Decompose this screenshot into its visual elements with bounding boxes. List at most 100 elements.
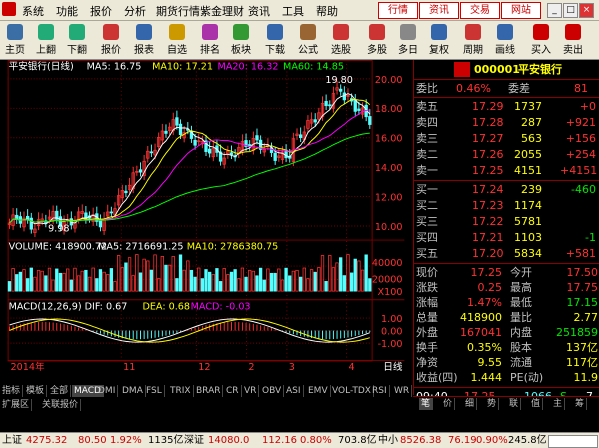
candle-body: [138, 169, 143, 173]
ask-volume: 1737: [514, 100, 542, 113]
indicator-tab-10[interactable]: VR: [242, 385, 260, 397]
ask-price: 17.25: [472, 164, 504, 177]
extension-tab-0[interactable]: 扩展区: [0, 399, 33, 411]
toolbar-button-multi-day[interactable]: 多日: [393, 22, 423, 58]
trade-mode-button[interactable]: 交易: [460, 2, 500, 19]
indicator-tab-9[interactable]: CR: [224, 385, 242, 397]
toolbar-button-buy[interactable]: 买入: [526, 22, 556, 58]
toolbar-button-period[interactable]: 周期: [458, 22, 488, 58]
toolbar-button-sell[interactable]: 卖出: [558, 22, 588, 58]
toolbar-button-stock-picker[interactable]: 选股: [326, 22, 356, 58]
toolbar-button-ranking[interactable]: 排名: [195, 22, 225, 58]
volume-bar: [295, 269, 299, 292]
extension-tab-1[interactable]: 关联报价: [40, 399, 82, 411]
indicator-tab-1[interactable]: 模板: [24, 385, 48, 397]
candle-body: [164, 130, 168, 134]
indicator-tab-0[interactable]: 指标: [0, 385, 24, 397]
indicator-tab-12[interactable]: ASI: [284, 385, 304, 397]
toolbar-button-home[interactable]: 主页: [0, 22, 30, 58]
menu-item-system[interactable]: 系统: [22, 3, 44, 19]
toolbar-button-quote[interactable]: 报价: [96, 22, 126, 58]
quote-tab-4[interactable]: 联: [507, 398, 522, 410]
volume-bar: [353, 258, 357, 292]
menu-item-news[interactable]: 资讯: [248, 3, 270, 19]
indicator-tab-13[interactable]: EMV: [306, 385, 331, 397]
sz-index-change: 112.16: [262, 435, 297, 446]
quote-tab-1[interactable]: 价: [441, 398, 456, 410]
indicator-tab-8[interactable]: BRAR: [194, 385, 224, 397]
toolbar-button-draw-line[interactable]: 画线: [490, 22, 520, 58]
sh-index-amount: 1135亿: [148, 435, 184, 446]
indicator-tab-15[interactable]: RSI: [370, 385, 390, 397]
toolbar-button-report[interactable]: 报表: [129, 22, 159, 58]
quote-tab-6[interactable]: 主: [551, 398, 566, 410]
toolbar-button-sector[interactable]: 板块: [226, 22, 256, 58]
website-button[interactable]: 网站: [501, 2, 541, 19]
volume-unit: X100: [378, 287, 403, 298]
volume-bar: [360, 269, 365, 292]
stat-value: 251859: [556, 326, 598, 339]
volume-bar: [91, 267, 95, 292]
kline-chart[interactable]: 平安银行(日线) MA5: 16.75 MA10: 17.21 MA20: 16.32…: [0, 60, 412, 372]
bid-volume: 239: [521, 183, 542, 196]
menu-item-quote[interactable]: 报价: [90, 3, 112, 19]
app-logo-icon: [2, 2, 16, 16]
toolbar-button-arrow-up[interactable]: 上翻: [31, 22, 61, 58]
quote-tab-5[interactable]: 值: [529, 398, 544, 410]
toolbar-button-formula[interactable]: 公式: [293, 22, 323, 58]
macd-value-legend: MACD: -0.03: [191, 301, 251, 312]
quote-tab-3[interactable]: 势: [485, 398, 500, 410]
volume-bar: [258, 267, 263, 292]
indicator-tab-4[interactable]: DMI: [96, 385, 119, 397]
ask-row: 卖三 17.27 563 +156: [414, 131, 599, 146]
volume-bar: [244, 276, 248, 292]
minimize-button[interactable]: _: [547, 3, 562, 18]
quote-mode-button[interactable]: 行情: [378, 2, 418, 19]
quote-tab-2[interactable]: 细: [463, 398, 478, 410]
toolbar-button-label: 复权: [429, 45, 449, 56]
toolbar-button-favorites[interactable]: 自选: [162, 22, 192, 58]
volume-bar: [44, 275, 48, 292]
formula-icon: [300, 24, 316, 40]
volume-bar: [120, 267, 124, 292]
volume-bar: [193, 276, 197, 292]
toolbar-button-download[interactable]: 下载: [260, 22, 290, 58]
indicator-tab-6[interactable]: FSL: [144, 385, 165, 397]
volume-bar: [364, 254, 368, 292]
menu-item-function[interactable]: 功能: [56, 3, 78, 19]
toolbar-button-multi-stock[interactable]: 多股: [362, 22, 392, 58]
indicator-tab-14[interactable]: VOL-TDX: [330, 385, 374, 397]
close-button[interactable]: ×: [579, 3, 594, 18]
indicator-tab-11[interactable]: OBV: [260, 385, 285, 397]
indicator-tab-16[interactable]: WR: [392, 385, 413, 397]
volume-bar: [40, 270, 44, 292]
date-label: 3: [289, 362, 295, 372]
macd-tick: -1.00: [378, 339, 403, 350]
quote-tab-0[interactable]: 笔: [419, 398, 434, 410]
stat-value: 1.47%: [467, 296, 502, 309]
quote-title: 000001 平安银行: [414, 62, 599, 77]
menu-item-analysis[interactable]: 分析: [124, 3, 146, 19]
indicator-tab-5[interactable]: DMA: [120, 385, 146, 397]
maximize-button[interactable]: □: [563, 3, 578, 18]
toolbar-button-label: 多日: [398, 45, 418, 56]
indicator-tab-7[interactable]: TRIX: [168, 385, 194, 397]
dif-legend: DIF: 0.67: [85, 301, 128, 312]
menu-item-futures[interactable]: 期货行情: [156, 3, 200, 19]
volume-bar: [306, 278, 310, 292]
menu-item-wealth[interactable]: 紫金理财: [200, 3, 244, 19]
menu-item-help[interactable]: 帮助: [316, 3, 338, 19]
volume-bar: [157, 278, 161, 292]
toolbar-button-rights-adjust[interactable]: 复权: [424, 22, 454, 58]
volume-bar: [116, 255, 121, 292]
status-bar: 上证 4275.32 80.50 1.92% 1135亿 深证 14080.0 …: [0, 432, 599, 448]
zx-index-amount: 245.8亿: [508, 435, 547, 446]
indicator-tab-2[interactable]: 全部: [48, 385, 72, 397]
stat-label: 净资: [416, 356, 438, 369]
menu-item-tools[interactable]: 工具: [282, 3, 304, 19]
ask-volume: 4151: [514, 164, 542, 177]
news-mode-button[interactable]: 资讯: [419, 2, 459, 19]
quote-tab-7[interactable]: 筹: [573, 398, 588, 410]
toolbar-button-arrow-down[interactable]: 下翻: [62, 22, 92, 58]
volume-bar: [218, 281, 223, 292]
